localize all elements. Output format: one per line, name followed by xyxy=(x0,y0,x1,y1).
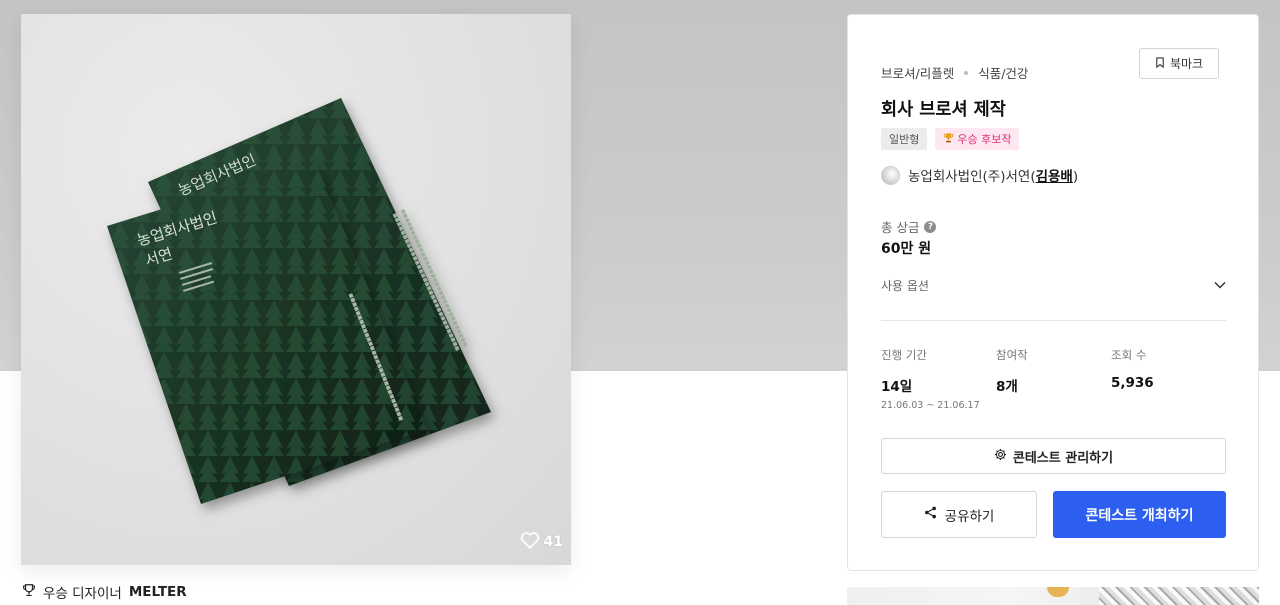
heart-icon xyxy=(520,531,540,553)
views-label: 조회 수 xyxy=(1111,348,1147,362)
contest-main-image[interactable]: 농업회사법인 ■■■■■■■■■■■■■■■■■■■■■■■■■■■■■■■■ … xyxy=(21,14,571,565)
help-icon[interactable]: ? xyxy=(924,220,937,233)
host-contest-button[interactable]: 콘테스트 개최하기 xyxy=(1053,491,1226,538)
manage-contest-button[interactable]: 콘테스트 관리하기 xyxy=(881,438,1226,474)
thumbnail-shape xyxy=(1047,587,1069,597)
stat-period: 진행 기간 14일 21.06.03 ~ 21.06.17 xyxy=(881,347,980,411)
gear-icon xyxy=(994,448,1007,465)
stat-entries: 참여작 8개 xyxy=(996,347,1028,395)
share-label: 공유하기 xyxy=(944,508,995,525)
trophy-icon xyxy=(943,132,954,146)
use-options-toggle[interactable]: 사용 옵션 xyxy=(881,275,1226,295)
breadcrumb-separator xyxy=(964,70,969,75)
bookmark-button[interactable]: 북마크 xyxy=(1139,48,1219,79)
type-badge: 일반형 xyxy=(881,128,928,150)
likes-count: 41 xyxy=(543,534,563,550)
share-icon xyxy=(924,506,937,523)
prize-label-row: 총 상금 ? xyxy=(881,217,937,236)
candidate-badge: 우승 후보작 xyxy=(935,128,1020,150)
period-value: 14일 xyxy=(881,379,913,395)
winner-name[interactable]: MELTER xyxy=(129,584,187,600)
category-link[interactable]: 브로셔/리플렛 xyxy=(881,63,954,82)
entries-value: 8개 xyxy=(996,379,1018,395)
manage-contest-label: 콘테스트 관리하기 xyxy=(1012,450,1114,466)
host-info: 농업회사법인(주)서연(김용배) xyxy=(881,165,1078,185)
winner-designer: 우승 디자이너 MELTER xyxy=(22,582,187,602)
stat-views: 조회 수 5,936 xyxy=(1111,347,1154,391)
prize-label: 총 상금 xyxy=(881,220,920,235)
subcategory-link[interactable]: 식품/건강 xyxy=(978,63,1028,82)
share-button[interactable]: 공유하기 xyxy=(881,491,1037,538)
chevron-down-icon xyxy=(1214,278,1226,292)
period-range: 21.06.03 ~ 21.06.17 xyxy=(881,400,980,411)
host-close: ) xyxy=(1072,169,1079,185)
prize-value: 60만 원 xyxy=(881,241,932,257)
use-options-label: 사용 옵션 xyxy=(881,278,929,293)
divider xyxy=(881,320,1226,321)
bookmark-label: 북마크 xyxy=(1169,57,1204,71)
entries-label: 참여작 xyxy=(996,348,1028,362)
avatar[interactable] xyxy=(881,165,900,185)
winner-prefix: 우승 디자이너 xyxy=(43,586,122,602)
host-user-link[interactable]: 김용배 xyxy=(1036,169,1073,185)
contest-info-card: 브로셔/리플렛 식품/건강 북마크 회사 브로셔 제작 일반형 우승 후보작 농… xyxy=(847,14,1259,571)
period-label: 진행 기간 xyxy=(881,348,927,362)
bookmark-icon xyxy=(1155,56,1165,71)
contest-title: 회사 브로셔 제작 xyxy=(881,100,1006,120)
brochure-mockup: 농업회사법인 ■■■■■■■■■■■■■■■■■■■■■■■■■■■■■■■■ … xyxy=(107,98,491,504)
likes-counter[interactable]: 41 xyxy=(520,531,563,553)
trophy-icon xyxy=(22,583,36,601)
host-company: 농업회사법인(주)서연( xyxy=(908,169,1036,185)
contest-badges: 일반형 우승 후보작 xyxy=(881,128,1020,150)
views-value: 5,936 xyxy=(1111,375,1154,391)
thumbnail-pattern xyxy=(1099,587,1259,605)
candidate-badge-label: 우승 후보작 xyxy=(957,133,1012,146)
breadcrumb: 브로셔/리플렛 식품/건강 xyxy=(881,63,1028,82)
related-thumbnail[interactable] xyxy=(847,587,1259,605)
